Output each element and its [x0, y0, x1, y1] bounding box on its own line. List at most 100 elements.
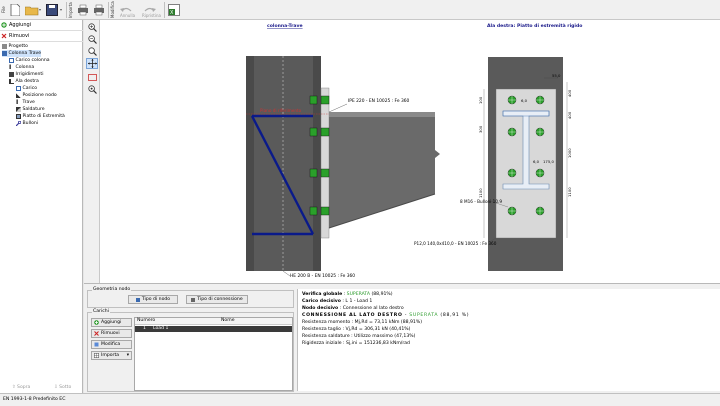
loads-table-header: Numero Nome	[135, 318, 292, 325]
wrench-icon	[15, 120, 22, 127]
add-icon	[94, 320, 99, 325]
zoom-all-icon	[87, 85, 97, 94]
weld-icon	[16, 107, 21, 112]
print-preview-button[interactable]	[92, 2, 106, 18]
load-edit-button[interactable]: Modifica	[91, 340, 132, 349]
dim-left-0: 100	[478, 96, 483, 104]
fit-view-button[interactable]	[86, 72, 98, 83]
connection-type-button[interactable]: Tipo di connessione	[186, 295, 248, 304]
zoom-out-icon	[87, 35, 97, 44]
main-toolbar: File Importa Modifica Annulla Ripristina…	[0, 0, 720, 20]
status-bar: EN 1993-1-8 Predefinito EC	[0, 393, 720, 406]
tree-item-saldature[interactable]: Saldature	[16, 106, 45, 113]
results-panel: Verifica globale : SUPERATA (88,91%) Car…	[297, 289, 720, 391]
load-add-button[interactable]: Aggiungi	[91, 318, 132, 327]
dim-b: 6,0	[533, 159, 540, 164]
tree-item-piatto-estremita[interactable]: Piatto di Estremità	[16, 113, 65, 120]
load-remove-button[interactable]: Rimuovi	[91, 329, 132, 338]
excel-icon: X	[168, 4, 180, 16]
weld-resistance-line: Resistenza saldature : Utilizzo massimo …	[302, 334, 416, 339]
edit-group-label: Modifica	[110, 1, 115, 18]
add-icon	[1, 22, 7, 28]
folder-icon	[25, 6, 41, 16]
zoom-all-button[interactable]	[86, 84, 98, 95]
loads-table: Numero Nome 1 Load 1	[134, 317, 293, 391]
table-icon	[94, 353, 99, 358]
geometry-group: Geometria nodo Tipo di nodo Tipo di conn…	[87, 287, 294, 308]
tree-item-colonna[interactable]: I Colonna	[9, 64, 34, 71]
pan-button[interactable]	[86, 58, 98, 69]
dim-right-2: 1000	[567, 148, 572, 158]
connection-type-icon	[191, 297, 196, 302]
tree-item-ala-destra[interactable]: Ala destra	[9, 78, 39, 85]
tree-item-colonna-trave[interactable]: Colonna Trave	[2, 50, 42, 57]
endplate-icon	[16, 114, 21, 119]
move-up-button[interactable]: ⇧ Sopra	[12, 385, 31, 390]
project-icon	[2, 44, 7, 49]
decisive-node-line: Nodo decisivo : Connessione al lato dest…	[302, 306, 404, 311]
new-file-icon	[10, 4, 20, 16]
bolts-label: 8 M16 - Bulloni 10.9	[460, 199, 502, 204]
initial-stiffness-line: Rigidezza iniziale : Sj,ini = 151236,83 …	[302, 341, 410, 346]
col-header-name: Nome	[221, 318, 235, 323]
connection-drawing: colonna-Trave Ala destra: Piatto di estr…	[246, 22, 582, 279]
move-down-button[interactable]: ⇩ Sotto	[54, 385, 71, 390]
drawing-canvas[interactable]: colonna-Trave Ala destra: Piatto di estr…	[100, 20, 720, 283]
connection-right-line: CONNESSIONE AL LATO DESTRO - SUPERATA (8…	[302, 313, 470, 318]
dim-top: 55,0	[552, 73, 561, 78]
fit-view-icon	[87, 74, 97, 81]
node-icon	[2, 51, 7, 56]
tree-add-button[interactable]: Aggiungi	[1, 21, 31, 29]
import-group-label: Importa	[68, 2, 73, 18]
print-button[interactable]	[76, 2, 90, 18]
dim-right-3: 1100	[567, 187, 572, 197]
loads-group: Carichi Aggiungi Rimuovi Modifica Import…	[87, 309, 294, 392]
view-toolbar	[84, 20, 100, 283]
tree-item-trave[interactable]: I Trave	[16, 99, 35, 106]
node-type-icon	[135, 297, 140, 302]
node-type-button[interactable]: Tipo di nodo	[128, 295, 178, 304]
i-section-icon: I	[9, 64, 12, 71]
load-icon	[16, 86, 21, 91]
dropdown-arrow-icon: ▾	[126, 353, 129, 358]
beam-label: IPE 220 - EN 10025 : Fe 360	[348, 98, 410, 104]
zoom-in-button[interactable]	[86, 22, 98, 33]
dim-right-0: 400	[567, 89, 572, 97]
tree-remove-button[interactable]: Rimuovi	[1, 32, 29, 40]
zoom-window-icon	[87, 47, 97, 56]
printer-icon	[78, 4, 88, 16]
svg-text:X: X	[170, 10, 174, 16]
tree-item-carico-colonna[interactable]: Carico colonna	[9, 57, 50, 64]
shear-resistance-line: Resistenza taglio : Vj,Rd = 306,31 kN (4…	[302, 327, 411, 332]
tree-item-irrigidimenti[interactable]: Irrigidimenti	[9, 71, 44, 78]
edit-icon	[94, 342, 99, 347]
open-file-button[interactable]	[24, 2, 42, 18]
dim-left-2: 1100	[478, 188, 483, 198]
save-icon	[46, 4, 62, 16]
new-file-button[interactable]	[8, 2, 22, 18]
column-label: HE 200 B - EN 10025 : Fe 360	[290, 273, 355, 279]
column-section	[246, 56, 321, 271]
redo-label: Ripristina	[142, 13, 161, 18]
plate-label: P12,0 140,0x410,0 - EN 10025 : Fe 360	[414, 241, 497, 246]
tree-item-bulloni[interactable]: Bulloni	[15, 120, 38, 127]
tree-item-carico[interactable]: Carico	[16, 85, 37, 92]
right-view-title: Ala destra: Piatto di estremità rigido	[487, 22, 582, 29]
file-group-label: File	[1, 6, 6, 14]
zoom-in-icon	[87, 23, 97, 32]
global-check-line: Verifica globale : SUPERATA (88,91%)	[302, 292, 393, 297]
load-import-button[interactable]: Importa ▾	[91, 351, 132, 360]
left-view-title: colonna-Trave	[267, 23, 303, 29]
zoom-out-button[interactable]	[86, 34, 98, 45]
table-row[interactable]: 1 Load 1	[135, 326, 292, 332]
tree-item-progetto[interactable]: Progetto	[2, 43, 28, 50]
reference-plane-label: Piano di riferimento	[260, 108, 302, 113]
excel-export-button[interactable]: X	[167, 2, 181, 18]
save-button[interactable]	[45, 2, 63, 18]
dim-right-1: 400	[567, 111, 572, 119]
dim-left-1: 300	[478, 125, 483, 133]
tree-item-posizione-nodo[interactable]: Posizione nodo	[16, 92, 57, 99]
i-section-icon: I	[16, 99, 19, 106]
status-badge: SUPERATA	[346, 292, 370, 297]
zoom-window-button[interactable]	[86, 46, 98, 57]
